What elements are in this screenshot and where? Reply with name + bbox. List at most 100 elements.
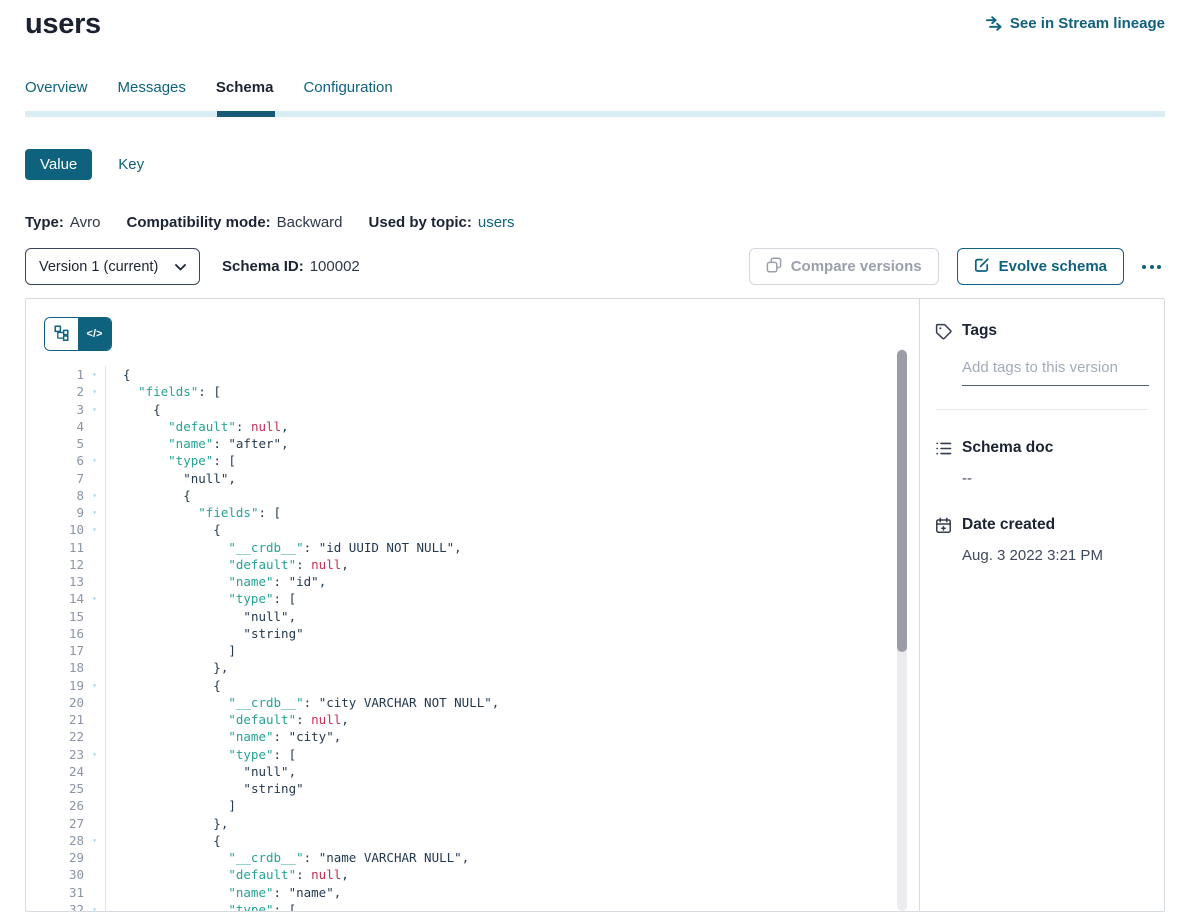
tag-icon: [935, 323, 952, 340]
line-number: 15: [44, 608, 84, 625]
fold-spacer: [84, 780, 105, 797]
tab-messages[interactable]: Messages: [118, 79, 186, 111]
fold-toggle-icon[interactable]: ▾: [84, 677, 105, 694]
code-text: "string": [105, 780, 919, 797]
code-text: "fields": [: [105, 504, 919, 521]
line-number: 32: [44, 901, 84, 911]
tags-title: Tags: [962, 322, 997, 340]
code-line: 8▾ {: [44, 487, 919, 504]
code-line: 10▾ {: [44, 521, 919, 538]
code-text: {: [105, 401, 919, 418]
code-text: "default": null,: [105, 711, 919, 728]
fold-spacer: [84, 728, 105, 745]
value-toggle-button[interactable]: Value: [25, 149, 92, 180]
more-options-button[interactable]: [1138, 257, 1165, 277]
line-number: 17: [44, 642, 84, 659]
fold-toggle-icon[interactable]: ▾: [84, 521, 105, 538]
line-number: 6: [44, 452, 84, 469]
code-line: 7 "null",: [44, 470, 919, 487]
add-tags-input[interactable]: [962, 359, 1149, 386]
code-line: 4 "default": null,: [44, 418, 919, 435]
stream-lineage-icon: [986, 16, 1003, 31]
tree-view-button[interactable]: [45, 318, 78, 350]
key-toggle-button[interactable]: Key: [118, 156, 144, 173]
tags-header: Tags: [935, 322, 1148, 340]
line-number: 11: [44, 539, 84, 556]
code-text: "name": "after",: [105, 435, 919, 452]
code-text: {: [105, 677, 919, 694]
tab-configuration[interactable]: Configuration: [303, 79, 392, 111]
list-icon: [935, 440, 952, 457]
fold-toggle-icon[interactable]: ▾: [84, 366, 105, 383]
fold-spacer: [84, 659, 105, 676]
fold-spacer: [84, 556, 105, 573]
line-number: 8: [44, 487, 84, 504]
code-text: },: [105, 815, 919, 832]
tags-section: Tags: [935, 322, 1148, 410]
fold-toggle-icon[interactable]: ▾: [84, 746, 105, 763]
fold-spacer: [84, 608, 105, 625]
line-number: 2: [44, 383, 84, 400]
fold-spacer: [84, 539, 105, 556]
fold-spacer: [84, 694, 105, 711]
fold-toggle-icon[interactable]: ▾: [84, 452, 105, 469]
calendar-plus-icon: [935, 517, 952, 534]
editor-scrollbar-thumb[interactable]: [897, 350, 907, 652]
sidebar-divider: [936, 409, 1148, 410]
compare-versions-button[interactable]: Compare versions: [749, 248, 939, 285]
code-text: {: [105, 832, 919, 849]
edit-icon: [974, 257, 990, 277]
fold-toggle-icon[interactable]: ▾: [84, 832, 105, 849]
evolve-schema-button[interactable]: Evolve schema: [957, 248, 1124, 285]
code-text: {: [105, 521, 919, 538]
line-number: 24: [44, 763, 84, 780]
line-number: 3: [44, 401, 84, 418]
line-number: 22: [44, 728, 84, 745]
schema-id-value: 100002: [310, 258, 360, 275]
compatibility-value: Backward: [277, 214, 343, 231]
code-text: "type": [: [105, 590, 919, 607]
code-text: "name": "id",: [105, 573, 919, 590]
code-view-button[interactable]: </>: [78, 318, 111, 350]
value-key-toggle: Value Key: [25, 149, 1165, 180]
line-number: 18: [44, 659, 84, 676]
version-select-value: Version 1 (current): [39, 259, 158, 275]
active-tab-indicator: [217, 111, 275, 117]
schema-sidebar: Tags Schema doc: [919, 299, 1164, 911]
meta-type: Type: Avro: [25, 214, 100, 231]
line-number: 10: [44, 521, 84, 538]
version-select[interactable]: Version 1 (current): [25, 248, 200, 285]
page-header: users See in Stream lineage: [25, 8, 1165, 41]
fold-toggle-icon[interactable]: ▾: [84, 590, 105, 607]
schema-doc-title: Schema doc: [962, 439, 1053, 457]
fold-toggle-icon[interactable]: ▾: [84, 504, 105, 521]
schema-page: users See in Stream lineage Overview Mes…: [0, 0, 1189, 912]
line-number: 29: [44, 849, 84, 866]
code-text: "name": "name",: [105, 884, 919, 901]
fold-toggle-icon[interactable]: ▾: [84, 901, 105, 911]
code-line: 18 },: [44, 659, 919, 676]
line-number: 1: [44, 366, 84, 383]
tab-schema[interactable]: Schema: [216, 79, 274, 111]
line-number: 13: [44, 573, 84, 590]
schema-view-toggle: </>: [44, 317, 112, 351]
date-created-section: Date created Aug. 3 2022 3:21 PM: [935, 516, 1148, 564]
schema-id: Schema ID: 100002: [222, 258, 360, 275]
fold-toggle-icon[interactable]: ▾: [84, 487, 105, 504]
code-line: 2▾ "fields": [: [44, 383, 919, 400]
schema-id-label: Schema ID:: [222, 258, 304, 275]
compare-versions-icon: [766, 257, 782, 277]
date-created-header: Date created: [935, 516, 1148, 534]
tab-overview[interactable]: Overview: [25, 79, 88, 111]
fold-toggle-icon[interactable]: ▾: [84, 383, 105, 400]
editor-scrollbar-track[interactable]: [897, 349, 907, 911]
code-text: "null",: [105, 608, 919, 625]
code-text: "fields": [: [105, 383, 919, 400]
fold-toggle-icon[interactable]: ▾: [84, 401, 105, 418]
fold-spacer: [84, 470, 105, 487]
fold-spacer: [84, 642, 105, 659]
topic-link[interactable]: users: [478, 214, 515, 231]
compare-versions-label: Compare versions: [791, 258, 922, 275]
code-line: 9▾ "fields": [: [44, 504, 919, 521]
see-in-stream-lineage-link[interactable]: See in Stream lineage: [986, 15, 1165, 32]
